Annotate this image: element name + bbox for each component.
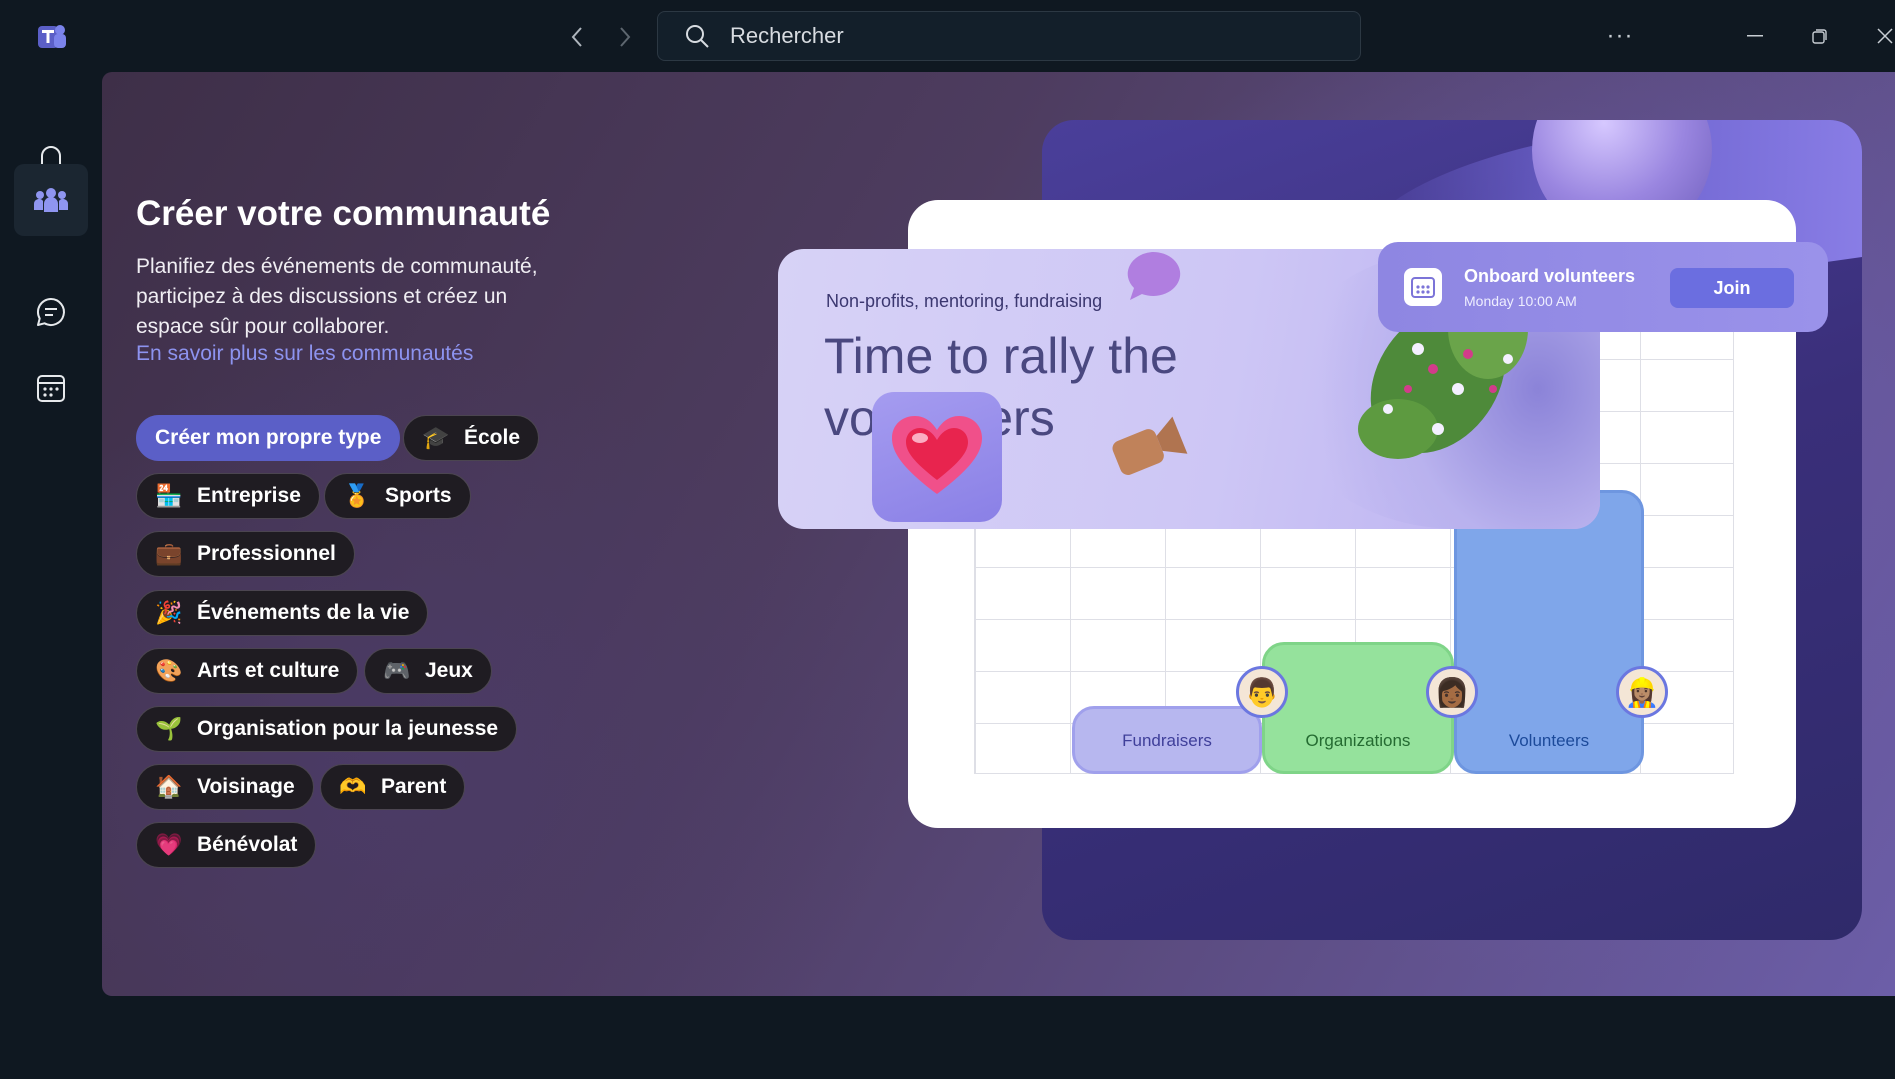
- palette-icon: 🎨: [155, 658, 183, 683]
- chip-label: Jeux: [425, 659, 473, 682]
- back-arrow-icon[interactable]: [562, 22, 592, 52]
- search-input[interactable]: [730, 23, 1330, 49]
- forward-arrow-icon[interactable]: [610, 22, 640, 52]
- event-title: Onboard volunteers: [1464, 265, 1636, 286]
- calendar-icon: [1404, 268, 1442, 306]
- rail-item-calendar[interactable]: [14, 352, 88, 424]
- bar-label: Volunteers: [1508, 731, 1590, 750]
- chip-label: Entreprise: [197, 484, 301, 507]
- chip-label: Sports: [385, 484, 452, 507]
- chip-label: École: [464, 426, 521, 449]
- avatar: 👷🏽‍♀️: [1616, 666, 1668, 718]
- chip-label: Voisinage: [197, 775, 295, 798]
- page-title: Créer votre communauté: [136, 194, 551, 233]
- chip-label: Créer mon propre type: [155, 426, 382, 449]
- card-kicker: Non-profits, mentoring, fundraising: [826, 291, 1103, 311]
- page-description: Planifiez des événements de communauté, …: [136, 255, 538, 338]
- chat-icon: [37, 297, 65, 326]
- graduation-cap-icon: 🎓: [422, 425, 450, 450]
- chip-label: Arts et culture: [197, 659, 340, 682]
- rail-item-chat[interactable]: [14, 276, 88, 348]
- rail-item-teams[interactable]: [14, 164, 88, 236]
- chip-label: Parent: [381, 775, 447, 798]
- store-icon: 🏪: [155, 483, 183, 508]
- event-time: Monday 10:00 AM: [1464, 292, 1577, 309]
- chip-label: Professionnel: [197, 542, 336, 565]
- bar-label: Fundraisers: [1122, 731, 1212, 750]
- search-icon: [686, 25, 709, 48]
- bar-label: Organizations: [1305, 731, 1411, 750]
- more-options-button[interactable]: ···: [1602, 18, 1638, 54]
- close-icon[interactable]: [1865, 18, 1895, 54]
- heart-icon: 💗: [155, 832, 183, 857]
- chip-parent[interactable]: 🫶 Parent: [320, 764, 466, 810]
- speech-bubble-icon: [1127, 251, 1181, 300]
- chip-label: Bénévolat: [197, 833, 298, 856]
- heart-hands-icon: 🫶: [339, 774, 367, 799]
- calendar-icon: [37, 375, 65, 402]
- medal-icon: 🏅: [343, 483, 371, 508]
- chip-arts-culture[interactable]: 🎨 Arts et culture: [136, 648, 359, 694]
- chip-youth-organization[interactable]: 🌱 Organisation pour la jeunesse: [136, 706, 518, 752]
- bar-volunteers: Volunteers: [1454, 490, 1644, 774]
- title-bar: ···: [0, 0, 1895, 72]
- chip-label: Événements de la vie: [197, 601, 410, 624]
- chip-life-events[interactable]: 🎉 Événements de la vie: [136, 590, 429, 636]
- heart-tile: [872, 392, 1002, 522]
- chip-volunteering[interactable]: 💗 Bénévolat: [136, 822, 317, 868]
- chip-sports[interactable]: 🏅 Sports: [324, 473, 471, 519]
- chip-school[interactable]: 🎓 École: [403, 415, 540, 461]
- event-card: Onboard volunteers Monday 10:00 AM Join: [1378, 242, 1828, 332]
- chip-business[interactable]: 🏪 Entreprise: [136, 473, 320, 519]
- chip-neighborhood[interactable]: 🏠 Voisinage: [136, 764, 314, 810]
- bar-fundraisers: Fundraisers: [1072, 706, 1262, 774]
- teams-logo-icon: [34, 20, 68, 54]
- heart-icon: [892, 416, 982, 494]
- chip-professional[interactable]: 💼 Professionnel: [136, 531, 355, 577]
- chip-label: Organisation pour la jeunesse: [197, 717, 499, 740]
- avatar: 👨: [1236, 666, 1288, 718]
- seedling-icon: 🌱: [155, 716, 183, 741]
- minimize-icon[interactable]: [1735, 18, 1775, 54]
- house-icon: 🏠: [155, 774, 183, 799]
- chip-games[interactable]: 🎮 Jeux: [364, 648, 492, 694]
- search-box[interactable]: [657, 11, 1361, 61]
- join-button[interactable]: Join: [1670, 268, 1794, 308]
- people-icon: [34, 188, 68, 212]
- left-rail: [0, 72, 100, 1079]
- chip-create-own-type[interactable]: Créer mon propre type: [136, 415, 401, 461]
- party-popper-icon: 🎉: [155, 600, 183, 625]
- gamepad-icon: 🎮: [383, 658, 411, 683]
- restore-icon[interactable]: [1800, 18, 1840, 54]
- bar-organizations: Organizations: [1262, 642, 1454, 774]
- avatar: 👩🏾: [1426, 666, 1478, 718]
- learn-more-link[interactable]: En savoir plus sur les communautés: [136, 342, 473, 366]
- video-camera-icon: [1112, 416, 1188, 475]
- briefcase-icon: 💼: [155, 541, 183, 566]
